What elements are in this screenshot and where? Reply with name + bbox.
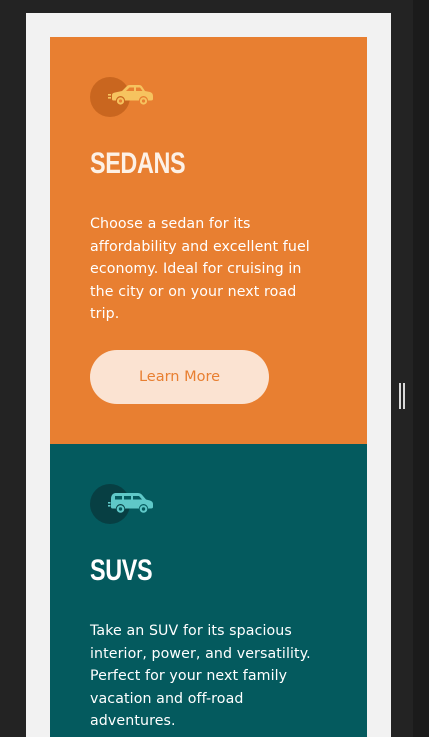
resize-handle[interactable] <box>399 383 405 409</box>
sedan-car-icon <box>90 77 160 117</box>
sedans-description: Choose a sedan for its affordability and… <box>90 216 310 322</box>
window-edge <box>413 0 429 737</box>
page: Sedans Choose a sedan for its affordabil… <box>0 0 429 737</box>
sedans-title: Sedans <box>90 147 186 180</box>
sedan-car-glyph <box>108 85 153 105</box>
content-frame: Sedans Choose a sedan for its affordabil… <box>26 13 391 737</box>
suvs-description: Take an SUV for its spacious interior, p… <box>90 623 311 729</box>
learn-more-button[interactable]: Learn More <box>90 350 269 404</box>
suvs-card: SUVs Take an SUV for its spacious interi… <box>50 444 367 737</box>
suv-car-icon <box>90 484 160 524</box>
suv-car-glyph <box>108 493 153 513</box>
suvs-title: SUVs <box>90 554 153 587</box>
sedans-card: Sedans Choose a sedan for its affordabil… <box>50 37 367 444</box>
